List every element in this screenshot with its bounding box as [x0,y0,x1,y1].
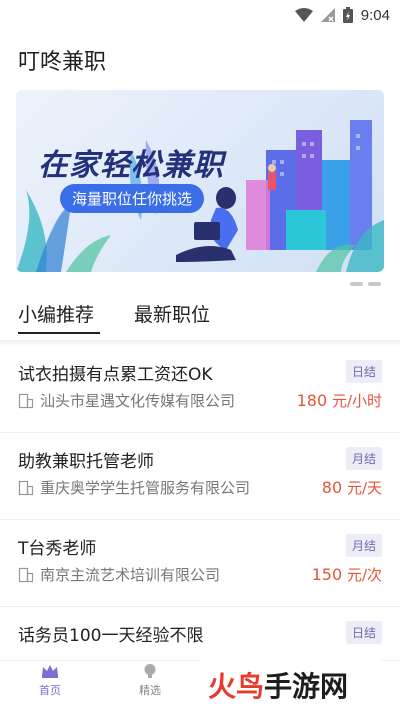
salary-amount: 180 [296,391,328,410]
salary: 150 元/次 [312,564,382,585]
building-icon [18,480,34,495]
job-item[interactable]: 助教兼职托管老师 月结 重庆奥学学生托管服务有限公司 80 元/天 [0,433,400,520]
job-title: 助教兼职托管老师 [18,452,154,472]
tab-recommended[interactable]: 小编推荐 [18,300,94,327]
battery-icon [342,7,353,23]
job-title: T台秀老师 [18,539,97,559]
carousel-dot [368,282,381,286]
company-name: 南京主流艺术培训有限公司 [40,566,221,584]
banner-subtitle: 海量职位任你挑选 [60,184,205,213]
settlement-tag: 日结 [345,621,382,644]
nav-featured-label: 精选 [139,684,161,697]
job-title: 话务员100一天经验不限 [18,626,204,646]
company-row: 汕头市星遇文化传媒有限公司 [18,390,235,411]
carousel-dot [350,282,363,286]
wifi-icon [294,8,313,22]
salary: 180 元/小时 [297,390,382,411]
bulb-icon [144,664,156,678]
banner-headline: 在家轻松兼职 [38,148,224,183]
salary-unit: 元/天 [346,479,382,497]
tab-active-indicator [18,332,100,334]
nav-home[interactable]: 首页 [20,663,80,698]
company-row: 重庆奥学学生托管服务有限公司 [18,477,250,498]
status-time: 9:04 [360,6,390,24]
status-bar: 9:04 [0,0,400,30]
salary-unit: 元/小时 [331,392,382,410]
promo-banner[interactable]: 在家轻松兼职 海量职位任你挑选 [16,90,384,272]
tab-bar: 小编推荐 最新职位 [0,296,400,338]
tab-latest[interactable]: 最新职位 [134,300,210,327]
settlement-tag: 月结 [345,534,382,557]
company-name: 重庆奥学学生托管服务有限公司 [40,479,251,497]
crown-icon [42,665,58,678]
salary: 80 元/天 [322,477,382,498]
settlement-tag: 月结 [345,447,382,470]
app-title: 叮咚兼职 [18,50,107,75]
job-item[interactable]: T台秀老师 月结 南京主流艺术培训有限公司 150 元/次 [0,520,400,607]
watermark: 火鸟 手游网 [200,660,382,710]
salary-amount: 80 [321,478,343,497]
building-icon [18,393,34,408]
watermark-part2: 手游网 [264,670,349,703]
signal-icon [320,8,335,22]
settlement-tag: 日结 [345,360,382,383]
salary-unit: 元/次 [346,566,382,584]
nav-featured[interactable]: 精选 [120,663,180,698]
salary-amount: 150 [311,565,343,584]
company-name: 汕头市星遇文化传媒有限公司 [40,392,236,410]
building-icon [18,567,34,582]
nav-home-label: 首页 [39,684,61,697]
job-item[interactable]: 试衣拍摄有点累工资还OK 日结 汕头市星遇文化传媒有限公司 180 元/小时 [0,346,400,433]
company-row: 南京主流艺术培训有限公司 [18,564,220,585]
watermark-part1: 火鸟 [208,670,265,703]
carousel-indicator [350,282,381,286]
job-title: 试衣拍摄有点累工资还OK [18,365,213,385]
status-icons: 9:04 [294,5,390,25]
